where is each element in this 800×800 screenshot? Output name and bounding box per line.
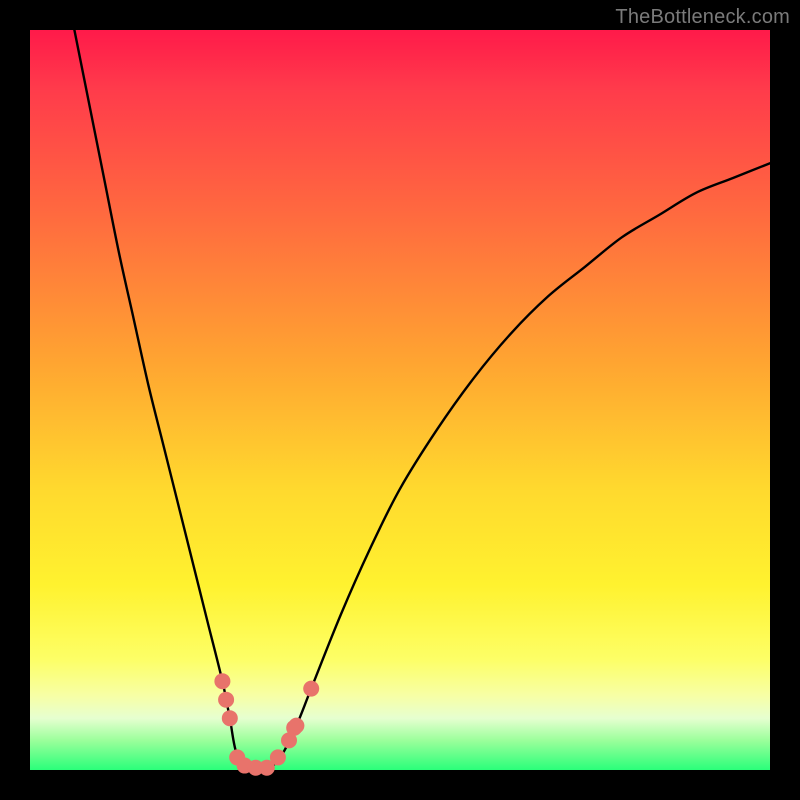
- curve-marker: [218, 692, 234, 708]
- chart-plot-area: [30, 30, 770, 770]
- curve-marker: [222, 710, 238, 726]
- bottleneck-curve: [74, 30, 770, 772]
- curve-marker: [303, 681, 319, 697]
- curve-markers: [214, 673, 319, 776]
- curve-marker: [270, 749, 286, 765]
- curve-marker: [288, 718, 304, 734]
- chart-svg: [30, 30, 770, 770]
- watermark-text: TheBottleneck.com: [615, 6, 790, 29]
- curve-marker: [214, 673, 230, 689]
